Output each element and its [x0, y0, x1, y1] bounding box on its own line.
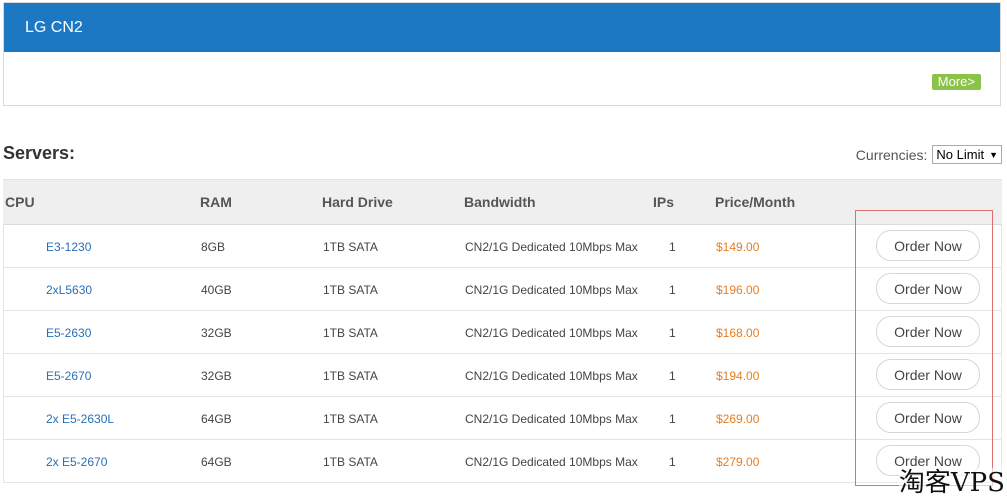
bandwidth-value: CN2/1G Dedicated 10Mbps Max [465, 412, 638, 426]
table-row: 2x E5-2630L 64GB 1TB SATA CN2/1G Dedicat… [3, 397, 1002, 440]
page: LG CN2 More> Servers: Currencies: No Lim… [0, 0, 1007, 498]
order-now-button[interactable]: Order Now [876, 316, 980, 347]
servers-table: CPU RAM Hard Drive Bandwidth IPs Price/M… [3, 179, 1002, 483]
header-price: Price/Month [715, 194, 796, 210]
ips-value: 1 [669, 369, 676, 383]
more-button[interactable]: More> [931, 74, 981, 90]
servers-heading: Servers: [3, 143, 76, 163]
currencies-label: Currencies: [855, 146, 928, 163]
currency-select[interactable]: No Limit ▼ [932, 145, 1002, 164]
bandwidth-value: CN2/1G Dedicated 10Mbps Max [465, 326, 638, 340]
order-now-button[interactable]: Order Now [876, 230, 980, 261]
location-panel: LG CN2 More> [3, 2, 1001, 106]
price-value: $149.00 [716, 240, 760, 254]
cpu-link[interactable]: E5-2630 [46, 326, 91, 340]
ram-value: 64GB [201, 455, 232, 469]
hard-drive-value: 1TB SATA [323, 326, 378, 340]
price-value: $196.00 [716, 283, 760, 297]
header-ips: IPs [653, 194, 675, 210]
cpu-link[interactable]: 2xL5630 [46, 283, 92, 297]
ips-value: 1 [669, 240, 676, 254]
header-bandwidth: Bandwidth [464, 194, 536, 210]
watermark: 淘客VPS [898, 468, 1005, 498]
hard-drive-value: 1TB SATA [323, 369, 378, 383]
ips-value: 1 [669, 283, 676, 297]
table-row: E5-2630 32GB 1TB SATA CN2/1G Dedicated 1… [3, 311, 1002, 354]
ram-value: 64GB [201, 412, 232, 426]
header-cpu: CPU [5, 194, 35, 210]
ram-value: 32GB [201, 326, 232, 340]
header-ram: RAM [200, 194, 232, 210]
price-value: $194.00 [716, 369, 760, 383]
hard-drive-value: 1TB SATA [323, 240, 378, 254]
cpu-link[interactable]: E5-2670 [46, 369, 91, 383]
bandwidth-value: CN2/1G Dedicated 10Mbps Max [465, 240, 638, 254]
cpu-link[interactable]: 2x E5-2630L [46, 412, 114, 426]
price-value: $168.00 [716, 326, 760, 340]
price-value: $279.00 [716, 455, 760, 469]
bandwidth-value: CN2/1G Dedicated 10Mbps Max [465, 455, 638, 469]
cpu-link[interactable]: E3-1230 [46, 240, 91, 254]
ram-value: 32GB [201, 369, 232, 383]
currency-selected-value: No Limit [936, 146, 985, 162]
hard-drive-value: 1TB SATA [323, 412, 378, 426]
panel-title: LG CN2 [4, 3, 1000, 52]
table-row: 2x E5-2670 64GB 1TB SATA CN2/1G Dedicate… [3, 440, 1002, 483]
price-value: $269.00 [716, 412, 760, 426]
table-header: CPU RAM Hard Drive Bandwidth IPs Price/M… [3, 179, 1002, 225]
hard-drive-value: 1TB SATA [323, 455, 378, 469]
ram-value: 8GB [201, 240, 226, 254]
table-row: E3-1230 8GB 1TB SATA CN2/1G Dedicated 10… [3, 225, 1002, 268]
order-now-button[interactable]: Order Now [876, 402, 980, 433]
cpu-link[interactable]: 2x E5-2670 [46, 455, 107, 469]
table-row: E5-2670 32GB 1TB SATA CN2/1G Dedicated 1… [3, 354, 1002, 397]
ips-value: 1 [669, 455, 676, 469]
order-now-button[interactable]: Order Now [876, 359, 980, 390]
order-now-button[interactable]: Order Now [876, 273, 980, 304]
ips-value: 1 [669, 412, 676, 426]
hard-drive-value: 1TB SATA [323, 283, 378, 297]
bandwidth-value: CN2/1G Dedicated 10Mbps Max [465, 283, 638, 297]
chevron-down-icon: ▼ [989, 149, 998, 160]
table-row: 2xL5630 40GB 1TB SATA CN2/1G Dedicated 1… [3, 268, 1002, 311]
bandwidth-value: CN2/1G Dedicated 10Mbps Max [465, 369, 638, 383]
currencies-filter: Currencies: No Limit ▼ [856, 145, 1002, 164]
header-hard-drive: Hard Drive [322, 194, 393, 210]
ram-value: 40GB [201, 283, 232, 297]
ips-value: 1 [669, 326, 676, 340]
